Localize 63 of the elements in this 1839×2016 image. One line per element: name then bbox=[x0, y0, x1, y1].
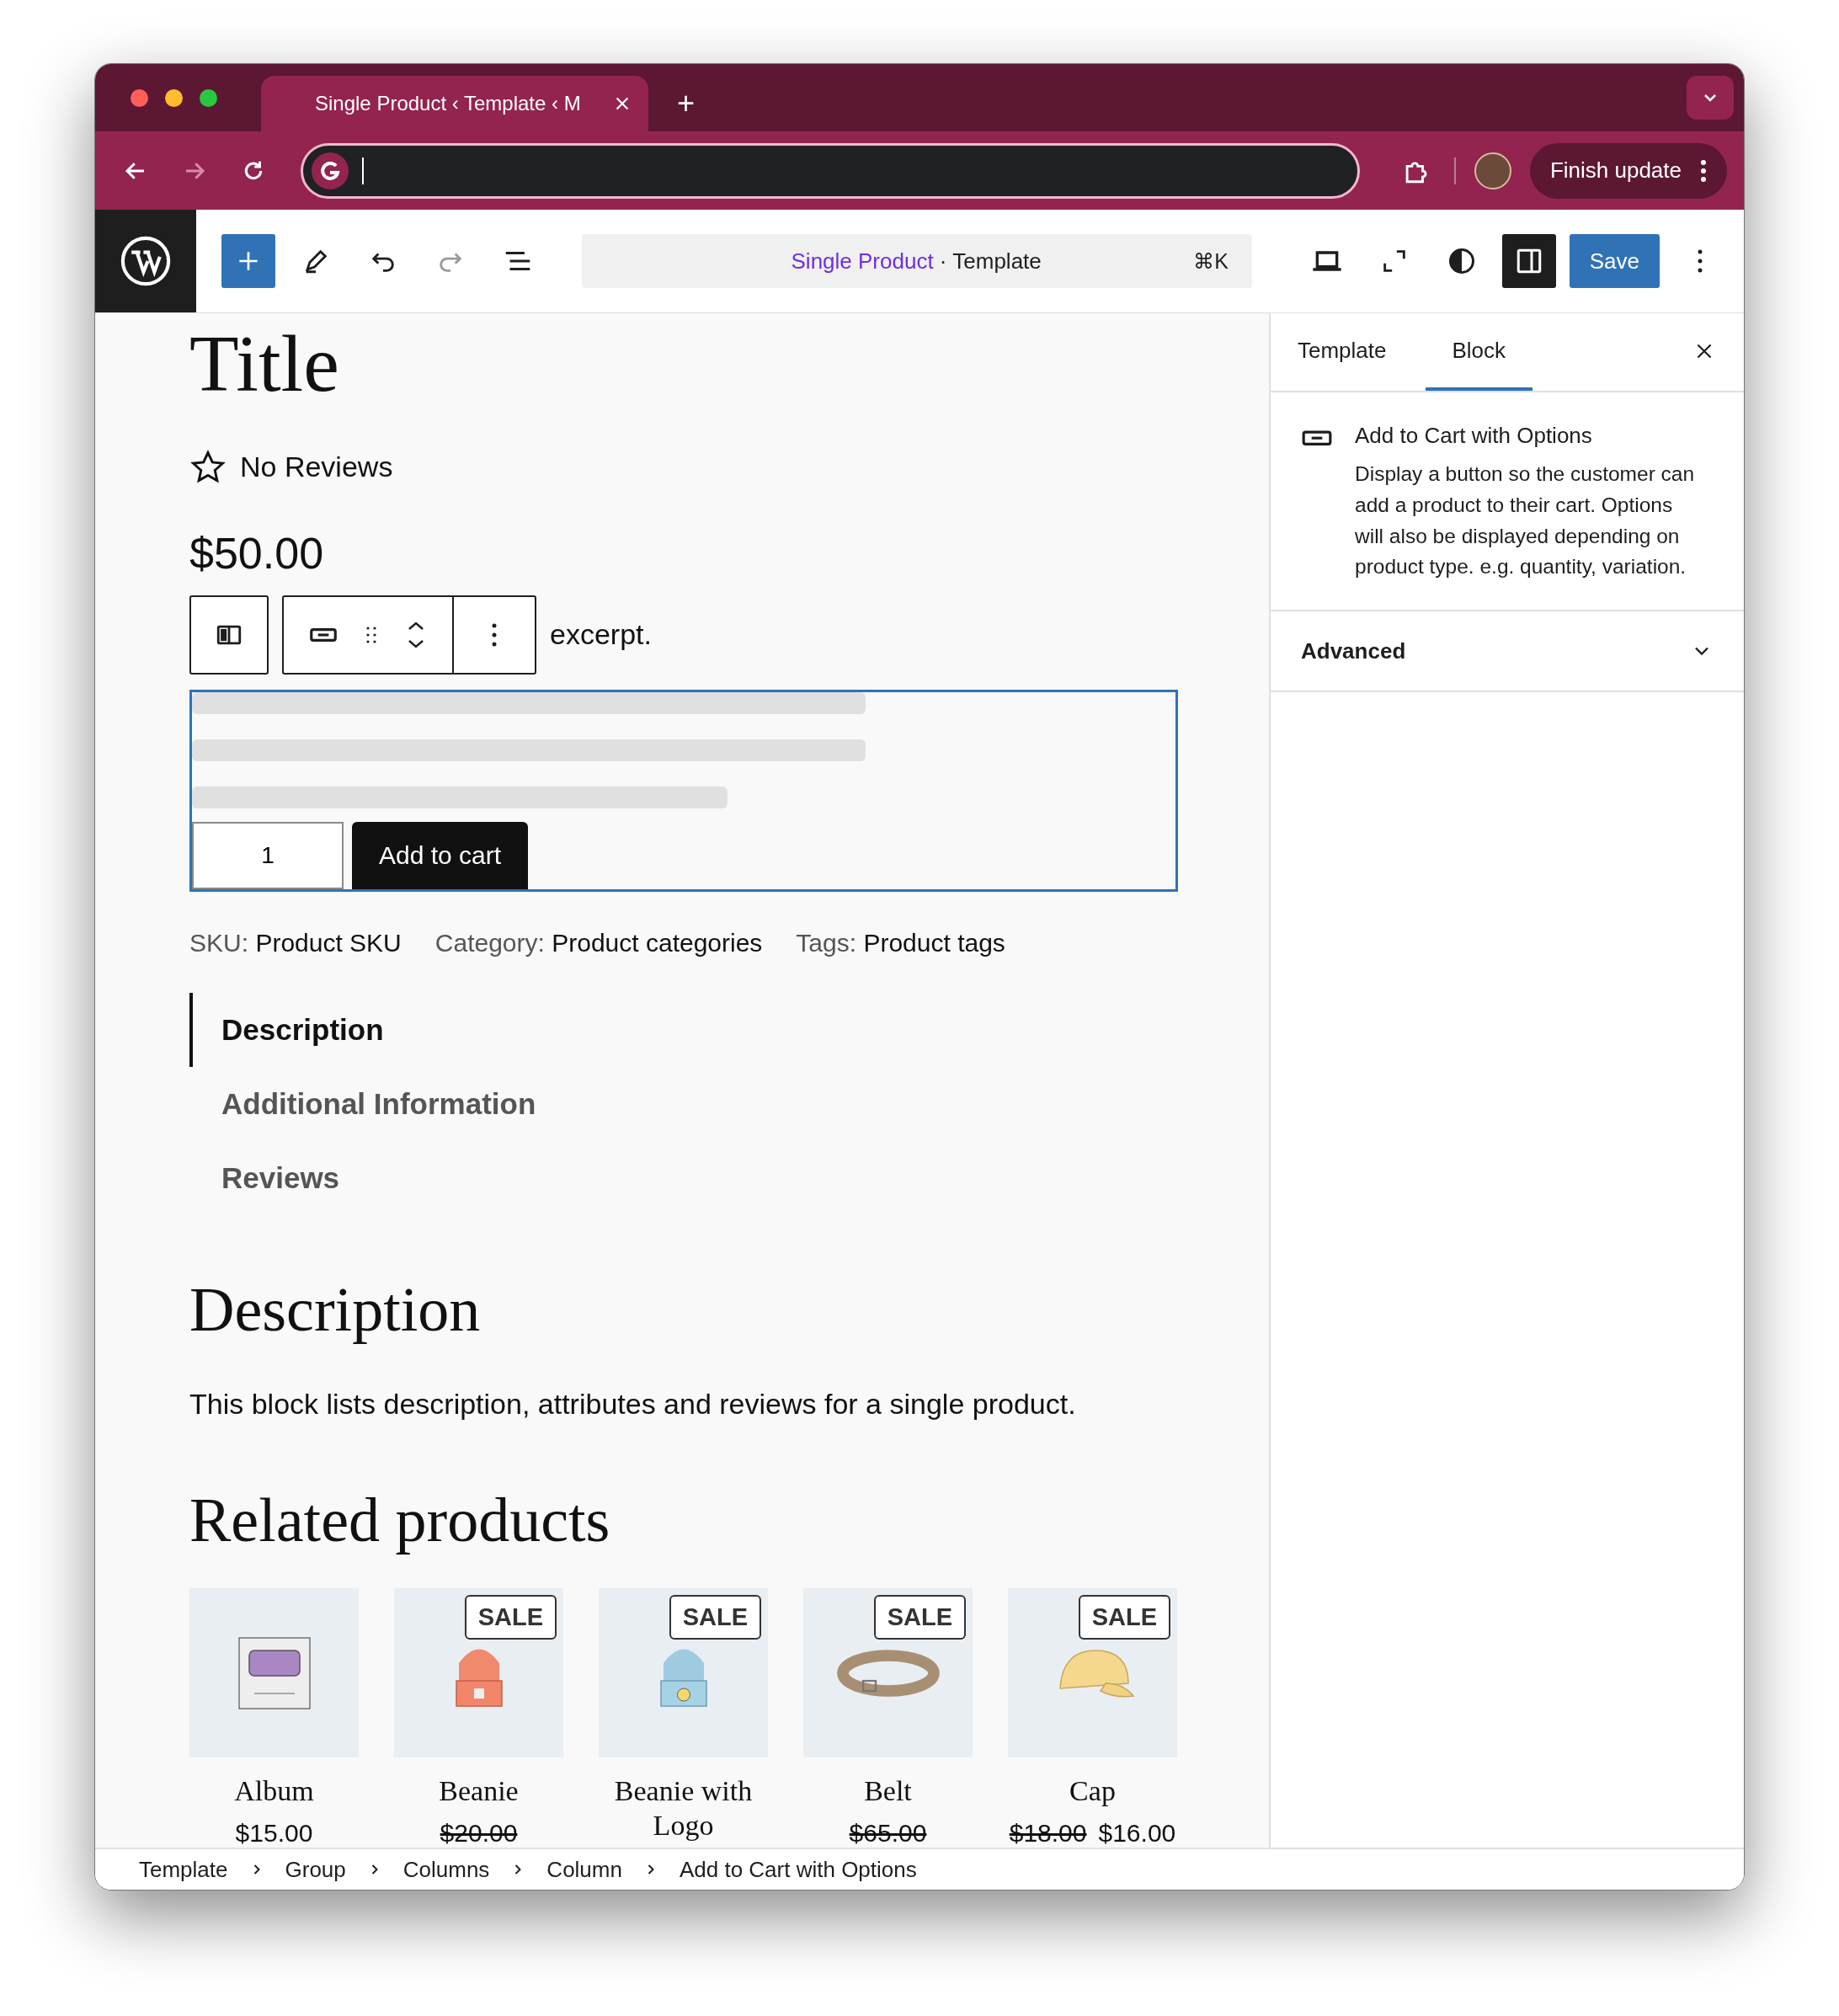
window-control-icon[interactable] bbox=[200, 88, 217, 107]
save-button[interactable]: Save bbox=[1569, 234, 1660, 288]
product-price: $18.00 bbox=[1009, 1819, 1087, 1848]
breadcrumb-item[interactable]: Columns bbox=[402, 1856, 490, 1883]
section-heading: Description bbox=[189, 1274, 482, 1347]
finish-update-button[interactable]: Finish update bbox=[1529, 142, 1727, 199]
product-meta: SKU: Product SKU bbox=[189, 929, 402, 958]
description-text: This block lists description, attributes and reviews for a single product. bbox=[189, 1388, 1077, 1421]
product-name[interactable]: Cap bbox=[1069, 1774, 1116, 1809]
sale-badge: SALE bbox=[873, 1595, 966, 1640]
kebab-menu-icon bbox=[1697, 248, 1703, 274]
wordpress-icon bbox=[120, 235, 172, 287]
product-image[interactable]: SALE bbox=[599, 1588, 768, 1758]
block-title: Add to Cart with Options bbox=[1355, 423, 1593, 449]
command-palette-button[interactable]: Single Product · Template ⌘K bbox=[582, 234, 1252, 288]
product-name[interactable]: Beanie with Logo bbox=[599, 1774, 768, 1843]
product-image[interactable]: SALE bbox=[803, 1588, 973, 1758]
product-tab[interactable]: Additional Information bbox=[189, 1067, 536, 1142]
sale-badge: SALE bbox=[669, 1595, 761, 1640]
sale-badge: SALE bbox=[1078, 1595, 1170, 1640]
breadcrumb-item[interactable]: Add to Cart with Options bbox=[679, 1856, 917, 1883]
google-g-icon bbox=[312, 152, 349, 189]
tab-search-button[interactable] bbox=[1687, 76, 1734, 120]
add-block-button[interactable] bbox=[221, 234, 275, 288]
product-name[interactable]: Belt bbox=[864, 1774, 912, 1809]
sidebar-tab[interactable]: Template bbox=[1284, 313, 1400, 391]
product-title: Title bbox=[189, 322, 340, 407]
product-price: $50.00 bbox=[189, 527, 325, 579]
section-heading: Related products bbox=[189, 1485, 611, 1557]
product-image[interactable]: SALE bbox=[1008, 1588, 1177, 1758]
breadcrumb-item[interactable]: Group bbox=[285, 1856, 346, 1883]
product-tab[interactable]: Reviews bbox=[189, 1141, 340, 1216]
product-price: $15.00 bbox=[235, 1819, 313, 1848]
quantity-field[interactable]: 1 bbox=[192, 822, 344, 890]
add-to-cart-button[interactable]: Add to cart bbox=[352, 822, 529, 890]
rating-text: No Reviews bbox=[240, 451, 393, 484]
sale-badge: SALE bbox=[464, 1595, 557, 1640]
sidebar-tab[interactable]: Block bbox=[1425, 313, 1533, 391]
product-meta: Tags: Product tags bbox=[796, 929, 1005, 958]
browser-tab[interactable]: Single Product ‹ Template ‹ M bbox=[261, 76, 648, 131]
settings-sidebar-button[interactable] bbox=[1501, 234, 1556, 288]
kebab-menu-icon[interactable] bbox=[491, 621, 498, 648]
product-name[interactable]: Beanie bbox=[439, 1774, 519, 1809]
wordpress-logo[interactable] bbox=[95, 210, 196, 312]
excerpt-text: excerpt. bbox=[550, 618, 652, 652]
breadcrumb-item[interactable]: Column bbox=[546, 1856, 622, 1883]
window-control-icon[interactable] bbox=[165, 88, 183, 107]
new-tab-button[interactable]: + bbox=[672, 86, 701, 121]
product-image[interactable]: SALE bbox=[394, 1588, 563, 1758]
window-control-icon[interactable] bbox=[131, 88, 148, 107]
product-price: $65.00 bbox=[849, 1819, 927, 1848]
kebab-menu-icon bbox=[1700, 158, 1707, 183]
block-description: Display a button so the customer can add a product to their cart. Options will also be displayed depending on product type. e.g. quantity, variation. bbox=[1355, 461, 1696, 580]
product-price: $20.00 bbox=[440, 1819, 518, 1848]
panel-toggle[interactable]: Advanced bbox=[1271, 611, 1744, 692]
product-tab[interactable]: Description bbox=[189, 993, 384, 1068]
breadcrumb-item[interactable]: Template bbox=[139, 1856, 228, 1883]
product-name[interactable]: Album bbox=[234, 1774, 314, 1809]
product-meta: Category: Product categories bbox=[434, 929, 763, 958]
text-cursor bbox=[362, 157, 364, 184]
product-image[interactable] bbox=[189, 1588, 359, 1758]
product-price: $16.00 bbox=[1098, 1819, 1176, 1848]
block-parent-button[interactable] bbox=[189, 595, 269, 675]
